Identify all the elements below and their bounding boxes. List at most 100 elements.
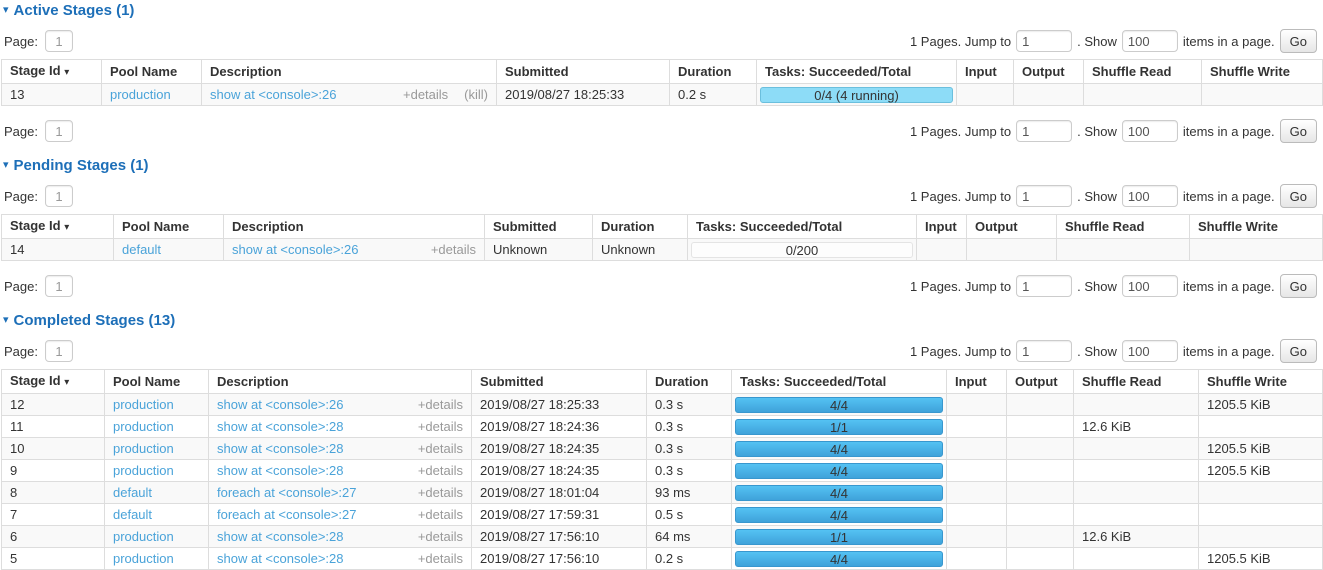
pool-name-link[interactable]: default [122,242,161,257]
collapse-arrow-icon: ▾ [3,5,9,16]
jump-to-input[interactable] [1016,340,1072,362]
column-header-shuffle-read[interactable]: Shuffle Read [1074,370,1199,394]
stage-description-link[interactable]: show at <console>:26 [210,87,336,102]
details-toggle[interactable]: +details [418,397,463,412]
description-cell: show at <console>:26 +details [224,239,485,261]
column-header-stage-id[interactable]: Stage Id ▾ [2,60,102,84]
stage-description-link[interactable]: show at <console>:28 [217,419,343,434]
details-toggle[interactable]: +details [418,419,463,434]
shuffle-write-cell [1199,482,1323,504]
pool-name-link[interactable]: production [113,441,174,456]
pool-name-link[interactable]: production [113,397,174,412]
details-toggle[interactable]: +details [418,441,463,456]
column-header-tasks[interactable]: Tasks: Succeeded/Total [732,370,947,394]
go-button[interactable]: Go [1280,119,1317,143]
column-header-output[interactable]: Output [1007,370,1074,394]
jump-to-input[interactable] [1016,185,1072,207]
tasks-cell: 4/4 [732,548,947,570]
stage-description-link[interactable]: show at <console>:26 [232,242,358,257]
page-number-input[interactable] [45,185,73,207]
show-items-input[interactable] [1122,30,1178,52]
stage-description-link[interactable]: show at <console>:28 [217,529,343,544]
pool-name-link[interactable]: default [113,507,152,522]
items-label: items in a page. [1183,34,1275,49]
column-header-submitted[interactable]: Submitted [485,215,593,239]
column-header-duration[interactable]: Duration [647,370,732,394]
jump-to-input[interactable] [1016,120,1072,142]
go-button[interactable]: Go [1280,339,1317,363]
page-number-input[interactable] [45,30,73,52]
details-toggle[interactable]: +details [418,507,463,522]
column-header-stage-id[interactable]: Stage Id ▾ [2,215,114,239]
pool-name-link[interactable]: production [113,529,174,544]
column-header-duration[interactable]: Duration [670,60,757,84]
go-button[interactable]: Go [1280,29,1317,53]
page-number-input[interactable] [45,275,73,297]
show-items-input[interactable] [1122,340,1178,362]
column-header-shuffle-write[interactable]: Shuffle Write [1190,215,1323,239]
completed-stages-table: Stage Id ▾Pool NameDescriptionSubmittedD… [1,369,1323,570]
show-items-input[interactable] [1122,275,1178,297]
submitted-cell: 2019/08/27 18:25:33 [472,394,647,416]
description-cell: show at <console>:28 +details [209,460,472,482]
column-header-input[interactable]: Input [957,60,1014,84]
details-toggle[interactable]: +details [431,242,476,257]
column-header-stage-id[interactable]: Stage Id ▾ [2,370,105,394]
active-stages-header[interactable]: ▾ Active Stages (1) [3,2,1323,19]
stage-id-cell: 13 [2,84,102,106]
show-items-input[interactable] [1122,185,1178,207]
jump-to-input[interactable] [1016,30,1072,52]
stage-description-link[interactable]: foreach at <console>:27 [217,485,357,500]
pool-name-link[interactable]: production [110,87,171,102]
page-number-input[interactable] [45,120,73,142]
show-label: . Show [1077,344,1117,359]
column-header-pool-name[interactable]: Pool Name [105,370,209,394]
shuffle-write-cell: 1205.5 KiB [1199,438,1323,460]
details-toggle[interactable]: +details [418,485,463,500]
pool-name-link[interactable]: default [113,485,152,500]
column-header-duration[interactable]: Duration [593,215,688,239]
column-header-output[interactable]: Output [1014,60,1084,84]
column-header-tasks[interactable]: Tasks: Succeeded/Total [688,215,917,239]
details-toggle[interactable]: +details [418,463,463,478]
stage-description-link[interactable]: show at <console>:28 [217,463,343,478]
go-button[interactable]: Go [1280,184,1317,208]
column-header-description[interactable]: Description [224,215,485,239]
stage-description-link[interactable]: show at <console>:28 [217,551,343,566]
pool-name-link[interactable]: production [113,419,174,434]
pool-name-link[interactable]: production [113,551,174,566]
details-toggle[interactable]: +details [403,87,448,102]
completed-stages-header[interactable]: ▾ Completed Stages (13) [3,312,1323,329]
column-header-description[interactable]: Description [202,60,497,84]
column-header-shuffle-read[interactable]: Shuffle Read [1084,60,1202,84]
stage-description-link[interactable]: foreach at <console>:27 [217,507,357,522]
pending-stages-header[interactable]: ▾ Pending Stages (1) [3,157,1323,174]
kill-link[interactable]: (kill) [464,87,488,102]
stage-description-link[interactable]: show at <console>:26 [217,397,343,412]
column-header-shuffle-read[interactable]: Shuffle Read [1057,215,1190,239]
task-progress-bar: 1/1 [735,419,943,435]
duration-cell: 64 ms [647,526,732,548]
go-button[interactable]: Go [1280,274,1317,298]
column-header-output[interactable]: Output [967,215,1057,239]
column-header-input[interactable]: Input [917,215,967,239]
column-header-tasks[interactable]: Tasks: Succeeded/Total [757,60,957,84]
page-number-input[interactable] [45,340,73,362]
jump-to-input[interactable] [1016,275,1072,297]
column-header-pool-name[interactable]: Pool Name [102,60,202,84]
column-header-input[interactable]: Input [947,370,1007,394]
description-cell: show at <console>:28 +details [209,548,472,570]
show-items-input[interactable] [1122,120,1178,142]
column-header-pool-name[interactable]: Pool Name [114,215,224,239]
column-header-description[interactable]: Description [209,370,472,394]
stage-description-link[interactable]: show at <console>:28 [217,441,343,456]
task-progress-bar: 4/4 [735,485,943,501]
details-toggle[interactable]: +details [418,551,463,566]
pool-name-link[interactable]: production [113,463,174,478]
column-header-submitted[interactable]: Submitted [472,370,647,394]
details-toggle[interactable]: +details [418,529,463,544]
column-header-shuffle-write[interactable]: Shuffle Write [1199,370,1323,394]
column-header-submitted[interactable]: Submitted [497,60,670,84]
pages-jump-text: 1 Pages. Jump to [910,34,1011,49]
column-header-shuffle-write[interactable]: Shuffle Write [1202,60,1323,84]
